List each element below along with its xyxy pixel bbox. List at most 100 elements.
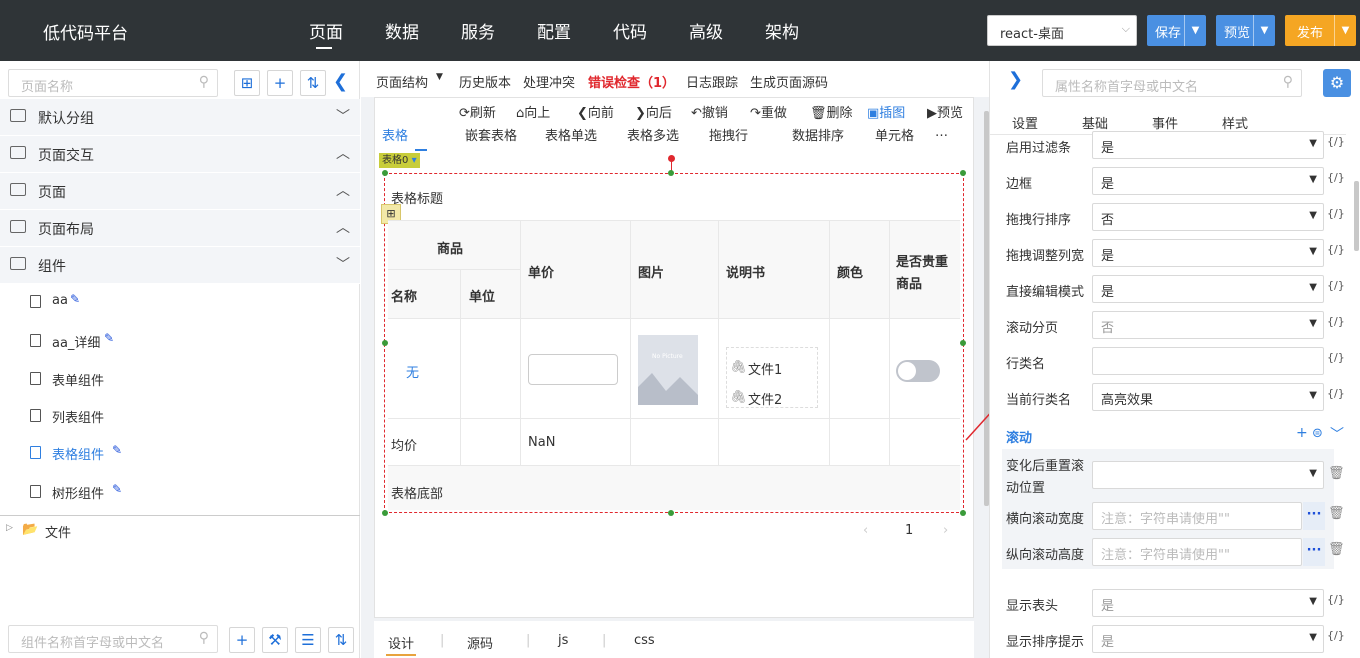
tab-js[interactable]: js (558, 633, 568, 648)
column-header-price[interactable]: 单价 (528, 262, 554, 281)
undo-button[interactable]: ↶撤销 (691, 102, 728, 121)
prop-select[interactable]: 是 ▼ (1092, 131, 1324, 159)
prop-select[interactable]: 是 ▼ (1092, 275, 1324, 303)
nav-advanced[interactable]: 高级 (689, 18, 723, 43)
prop-select[interactable]: 是 ▼ (1092, 625, 1324, 653)
edit-pencil-icon[interactable]: ✎ (112, 482, 122, 496)
edit-pencil-icon[interactable]: ✎ (112, 443, 122, 457)
file-link[interactable]: 文件1 (748, 359, 782, 378)
group-page[interactable]: 页面 ︿ (0, 173, 360, 210)
tab-source[interactable]: 源码 (467, 633, 493, 652)
wrench-icon[interactable]: ⚒ (262, 627, 288, 653)
save-dropdown-arrow-icon[interactable]: ▼ (1184, 15, 1206, 46)
resize-handle[interactable] (382, 340, 388, 346)
resize-handle[interactable] (668, 510, 674, 516)
expression-icon[interactable]: {/} (1327, 279, 1345, 292)
history-button[interactable]: 历史版本 (459, 72, 511, 91)
resolve-conflict-button[interactable]: 处理冲突 (523, 72, 575, 91)
group-components[interactable]: 组件 ﹀ (0, 247, 360, 284)
tab-css[interactable]: css (634, 633, 655, 648)
file-link[interactable]: 文件2 (748, 389, 782, 408)
cell-name[interactable]: 无 (406, 362, 419, 381)
tab-design[interactable]: 设计 (388, 633, 414, 652)
trash-icon[interactable]: 🗑 (1328, 466, 1345, 481)
publish-dropdown-arrow-icon[interactable]: ▼ (1334, 15, 1356, 46)
move-prev-button[interactable]: ❮向前 (577, 102, 614, 121)
page-item-tree[interactable]: 树形组件 ✎ (0, 473, 360, 511)
log-trace-button[interactable]: 日志跟踪 (686, 72, 738, 91)
refresh-button[interactable]: ⟳刷新 (459, 102, 496, 121)
prop-select[interactable]: 否 ▼ (1092, 311, 1324, 339)
expression-icon[interactable]: {/} (1327, 387, 1345, 400)
column-header-unit[interactable]: 单位 (469, 286, 495, 305)
expression-icon[interactable]: {/} (1327, 629, 1345, 642)
prop-select[interactable]: 是 ▼ (1092, 239, 1324, 267)
image-placeholder[interactable]: No Picture (638, 335, 698, 405)
caret-down-icon[interactable]: ▼ (436, 72, 443, 82)
nav-config[interactable]: 配置 (537, 18, 571, 43)
resize-handle[interactable] (382, 170, 388, 176)
page-item-aa-detail[interactable]: aa_详细 ✎ (0, 322, 360, 360)
expression-icon[interactable]: {/} (1327, 207, 1345, 220)
page-structure-button[interactable]: 页面结构 (376, 72, 428, 91)
prop-input[interactable] (1092, 347, 1324, 375)
rotate-handle[interactable] (668, 155, 675, 162)
page-item-list[interactable]: 列表组件 (0, 397, 360, 435)
tab-single-select[interactable]: 表格单选 (545, 125, 597, 144)
trash-icon[interactable]: 🗑 (1328, 542, 1345, 557)
resize-handle[interactable] (960, 340, 966, 346)
more-dots-icon[interactable]: ··· (1303, 502, 1325, 530)
expression-icon[interactable]: {/} (1327, 315, 1345, 328)
tab-more[interactable]: … (935, 125, 948, 140)
pagination-next-icon[interactable]: › (943, 523, 948, 538)
collapse-left-icon[interactable]: ❮ (333, 71, 348, 92)
page-search-input[interactable]: 页面名称 ⚲ (8, 69, 218, 97)
pagination-prev-icon[interactable]: ‹ (863, 523, 868, 538)
publish-button[interactable]: 发布 ▼ (1285, 15, 1356, 46)
error-check-button[interactable]: 错误检查（1） (588, 72, 675, 91)
sort-icon[interactable]: ⇅ (300, 70, 326, 96)
expression-icon[interactable]: {/} (1327, 351, 1345, 364)
list-sort-icon[interactable]: ☰ (295, 627, 321, 653)
expression-icon[interactable]: {/} (1327, 243, 1345, 256)
v-scroll-input[interactable]: 注意：字符串请使用"" (1092, 538, 1302, 566)
expand-right-icon[interactable]: ❯ (1008, 69, 1023, 90)
expression-icon[interactable]: {/} (1327, 135, 1345, 148)
redo-button[interactable]: ↷重做 (750, 102, 787, 121)
trash-icon[interactable]: 🗑 (1328, 506, 1345, 521)
move-up-button[interactable]: ⌂向上 (516, 102, 550, 121)
chevron-down-icon[interactable]: ﹀ (1330, 424, 1344, 444)
prop-select[interactable]: 是 ▼ (1092, 589, 1324, 617)
column-header-color[interactable]: 颜色 (837, 262, 863, 281)
resize-handle[interactable] (960, 510, 966, 516)
insert-image-button[interactable]: ▣插图 (867, 102, 905, 121)
preview-button[interactable]: 预览 ▼ (1216, 15, 1275, 46)
group-page-interaction[interactable]: 页面交互 ︿ (0, 136, 360, 173)
framework-select[interactable]: react-桌面 ⌵ (987, 15, 1137, 46)
add-icon[interactable]: + (267, 70, 293, 96)
resize-handle[interactable] (382, 510, 388, 516)
edit-pencil-icon[interactable]: ✎ (70, 292, 80, 306)
property-search-input[interactable]: 属性名称首字母或中文名 ⚲ (1042, 69, 1302, 97)
delete-button[interactable]: 🗑删除 (810, 102, 853, 121)
column-header-image[interactable]: 图片 (638, 262, 664, 281)
prop-select[interactable]: 是 ▼ (1092, 167, 1324, 195)
resize-handle[interactable] (960, 170, 966, 176)
tab-drag-row[interactable]: 拖拽行 (709, 125, 748, 144)
prop-select[interactable]: 否 ▼ (1092, 203, 1324, 231)
pagination-page[interactable]: 1 (905, 523, 913, 538)
property-scrollbar[interactable] (1354, 181, 1359, 251)
prop-select[interactable]: 高亮效果 ▼ (1092, 383, 1324, 411)
add-icon[interactable]: + (1296, 425, 1308, 441)
tree-expand-icon[interactable]: ▷ (6, 523, 13, 533)
circle-menu-icon[interactable]: ⊜ (1312, 426, 1323, 441)
page-item-table[interactable]: 表格组件 ✎ (0, 434, 360, 472)
tab-multi-select[interactable]: 表格多选 (627, 125, 679, 144)
nav-page[interactable]: 页面 (309, 18, 343, 43)
resize-handle[interactable] (668, 170, 674, 176)
nav-code[interactable]: 代码 (613, 18, 647, 43)
component-search-input[interactable]: 组件名称首字母或中文名 ⚲ (8, 625, 218, 653)
reset-scroll-select[interactable]: ▼ (1092, 461, 1324, 489)
tab-table[interactable]: 表格 (382, 125, 408, 144)
edit-pencil-icon[interactable]: ✎ (104, 331, 114, 345)
